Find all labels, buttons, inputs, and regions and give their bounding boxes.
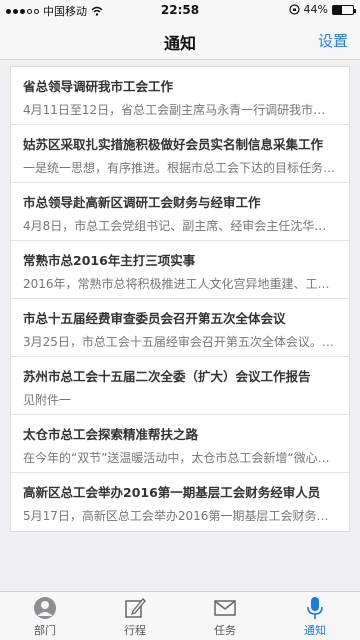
- notice-summary: 5月17日，高新区总工会举办2016第一期基层工会财务经…: [23, 509, 337, 523]
- notice-list: 省总领导调研我市工会工作 4月11日至12日，省总工会副主席马永青一行调研我市工…: [10, 66, 350, 532]
- notice-title: 市总领导赴高新区调研工会财务与经审工作: [23, 195, 261, 210]
- battery-percent: 44%: [303, 3, 328, 16]
- notice-title: 高新区总工会举办2016第一期基层工会财务经审人员: [23, 485, 321, 500]
- edit-icon: [122, 596, 148, 620]
- notice-title: 姑苏区采取扎实措施积极做好会员实名制信息采集工作: [23, 137, 324, 152]
- notice-summary: 在今年的“双节”送温暖活动中，太仓市总工会新增“微心…: [23, 451, 330, 465]
- notice-title: 省总领导调研我市工会工作: [23, 79, 174, 94]
- settings-button[interactable]: 设置: [318, 30, 348, 51]
- notice-title: 太仓市总工会探索精准帮扶之路: [23, 427, 199, 442]
- notice-title: 市总十五届经费审查委员会召开第五次全体会议: [23, 311, 286, 326]
- battery-icon: [332, 4, 356, 15]
- tab-notifications[interactable]: 通知: [270, 592, 360, 640]
- status-right: 44%: [288, 3, 356, 16]
- tab-bar: 部门 行程 任务 通知: [0, 591, 360, 640]
- list-item[interactable]: 苏州市总工会十五届二次全委（扩大）会议工作报告 见附件一: [11, 357, 349, 415]
- tab-schedule[interactable]: 行程: [90, 592, 180, 640]
- notice-summary: 3月25日，市总工会十五届经审会召开第五次全体会议。…: [23, 335, 334, 349]
- mail-icon: [212, 596, 238, 620]
- notice-summary: 2016年，常熟市总将积极推进工人文化宫异地重建、工…: [23, 277, 330, 291]
- tab-label: 任务: [214, 624, 236, 637]
- orientation-lock-icon: [288, 4, 300, 15]
- notice-title: 苏州市总工会十五届二次全委（扩大）会议工作报告: [23, 369, 311, 384]
- list-item[interactable]: 市总领导赴高新区调研工会财务与经审工作 4月8日，市总工会党组书记、副主席、经审…: [11, 183, 349, 241]
- microphone-icon: [302, 596, 328, 620]
- list-item[interactable]: 省总领导调研我市工会工作 4月11日至12日，省总工会副主席马永青一行调研我市工…: [11, 67, 349, 125]
- battery-fill: [333, 5, 342, 14]
- list-item[interactable]: 市总十五届经费审查委员会召开第五次全体会议 3月25日，市总工会十五届经审会召开…: [11, 299, 349, 357]
- list-item[interactable]: 高新区总工会举办2016第一期基层工会财务经审人员 5月17日，高新区总工会举办…: [11, 473, 349, 531]
- status-bar: 中国移动 22:58 44%: [0, 0, 360, 20]
- list-item[interactable]: 太仓市总工会探索精准帮扶之路 在今年的“双节”送温暖活动中，太仓市总工会新增“微…: [11, 415, 349, 473]
- notice-summary: 一是统一思想，有序推进。根据市总工会下达的目标任务…: [23, 161, 336, 175]
- tab-label: 部门: [34, 624, 56, 637]
- notice-title: 常熟市总2016年主打三项实事: [23, 253, 196, 268]
- notice-summary: 4月8日，市总工会党组书记、副主席、经审会主任沈华…: [23, 219, 327, 233]
- tab-tasks[interactable]: 任务: [180, 592, 270, 640]
- person-icon: [32, 596, 58, 620]
- tab-department[interactable]: 部门: [0, 592, 90, 640]
- page-title: 通知: [163, 34, 196, 53]
- nav-bar: 通知 设置: [0, 20, 360, 60]
- notice-summary: 见附件一: [23, 393, 72, 407]
- notice-summary: 4月11日至12日，省总工会副主席马永青一行调研我市工会…: [23, 103, 337, 117]
- list-item[interactable]: 姑苏区采取扎实措施积极做好会员实名制信息采集工作 一是统一思想，有序推进。根据市…: [11, 125, 349, 183]
- list-item[interactable]: 常熟市总2016年主打三项实事 2016年，常熟市总将积极推进工人文化宫异地重建…: [11, 241, 349, 299]
- tab-label: 通知: [304, 624, 326, 637]
- tab-label: 行程: [124, 624, 146, 637]
